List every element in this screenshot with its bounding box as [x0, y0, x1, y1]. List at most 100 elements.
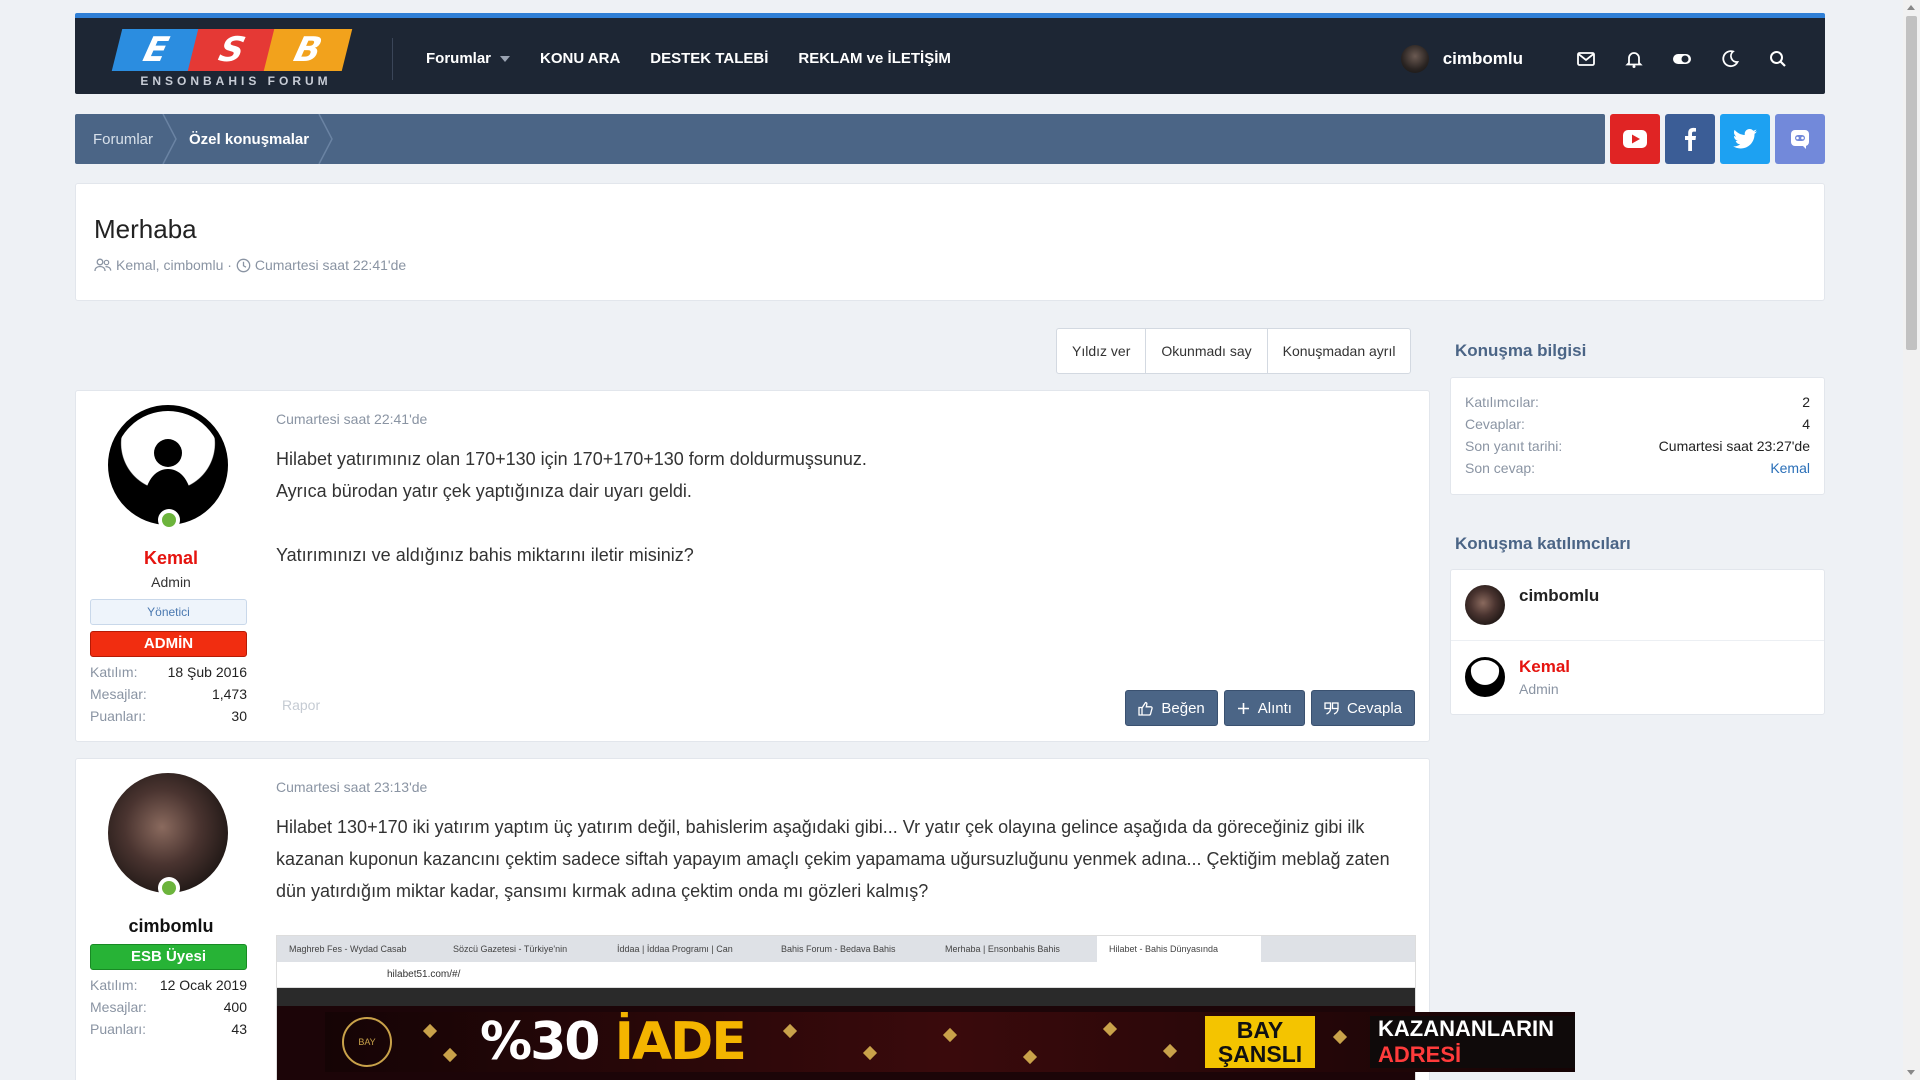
- online-status-icon: [158, 877, 180, 899]
- mark-unread-button[interactable]: Okunmadı say: [1146, 329, 1268, 373]
- moon-icon[interactable]: [1719, 48, 1741, 70]
- nav-forums-label: Forumlar: [426, 50, 492, 67]
- like-button[interactable]: Beğen: [1125, 690, 1218, 726]
- conversation-info-card: Katılımcılar: 2 Cevaplar: 4 Son yanıt tari…: [1450, 377, 1825, 495]
- breadcrumb-private-conversations[interactable]: Özel konuşmalar: [171, 114, 333, 164]
- info-row: Katılımcılar: 2: [1451, 391, 1824, 413]
- decor-diamond: [1162, 1043, 1178, 1059]
- participant-name[interactable]: Kemal: [1519, 657, 1570, 677]
- nav-support[interactable]: DESTEK TALEBİ: [650, 50, 768, 67]
- decor-diamond: [782, 1023, 798, 1039]
- participant-name[interactable]: cimbomlu: [1519, 586, 1599, 606]
- avatar[interactable]: [108, 773, 228, 893]
- mail-icon[interactable]: [1575, 48, 1597, 70]
- message-username[interactable]: Kemal: [76, 548, 266, 569]
- user-stat-joined: Katılım: 12 Ocak 2019: [90, 977, 247, 993]
- reply-button[interactable]: Cevapla: [1310, 690, 1415, 726]
- reply-label: Cevapla: [1346, 699, 1402, 717]
- user-stat-messages: Mesajlar: 400: [90, 999, 247, 1015]
- message-date[interactable]: Cumartesi saat 22:41'de: [276, 411, 427, 427]
- stat-value: 30: [231, 708, 247, 724]
- search-icon[interactable]: [1767, 48, 1789, 70]
- conversation-header: Merhaba Kemal, cimbomlu · Cumartesi saat…: [75, 183, 1825, 301]
- scrollbar-thumb[interactable]: [1906, 16, 1917, 350]
- last-reply-user-link[interactable]: Kemal: [1770, 457, 1810, 479]
- participant-item[interactable]: Kemal Admin: [1451, 641, 1824, 712]
- browser-tab: İddaa | İddaa Programı | Can: [617, 944, 733, 954]
- browser-content-bar: [277, 988, 1415, 1006]
- page-title: Merhaba: [94, 214, 197, 244]
- participant-title: Admin: [1519, 680, 1559, 697]
- quote-label: Alıntı: [1257, 699, 1292, 717]
- twitter-icon[interactable]: [1720, 114, 1770, 164]
- scroll-up-icon[interactable]: [1907, 5, 1915, 10]
- info-label: Cevaplar:: [1465, 416, 1525, 432]
- browser-tab: Maghreb Fes - Wydad Casab: [289, 944, 407, 954]
- avatar[interactable]: [108, 405, 228, 525]
- conversation-actions: Yıldız ver Okunmadı say Konuşmadan ayrıl: [1056, 328, 1412, 374]
- breadcrumb: Forumlar Özel konuşmalar: [75, 114, 1605, 164]
- avatar[interactable]: [1465, 585, 1505, 625]
- facebook-icon[interactable]: [1665, 114, 1715, 164]
- group-badge: Yönetici: [90, 599, 247, 625]
- info-label: Son cevap:: [1465, 460, 1536, 476]
- info-value: Cumartesi saat 23:27'de: [1658, 438, 1810, 454]
- header-user-area: cimbomlu: [1400, 18, 1789, 99]
- banner-slogan-bottom: ADRESİ: [1378, 1042, 1462, 1067]
- info-value: 2: [1802, 394, 1810, 410]
- browser-tab: Sözcü Gazetesi - Türkiye'nin: [453, 944, 568, 954]
- bell-icon[interactable]: [1623, 48, 1645, 70]
- site-logo[interactable]: E S B ENSONBAHIS FORUM: [111, 27, 353, 91]
- nav-search-topic[interactable]: KONU ARA: [540, 50, 620, 67]
- avatar[interactable]: [1465, 656, 1505, 697]
- participant-item[interactable]: cimbomlu: [1451, 570, 1824, 641]
- stat-label: Katılım:: [90, 977, 138, 993]
- message-username[interactable]: cimbomlu: [76, 916, 266, 937]
- breadcrumb-forums[interactable]: Forumlar: [75, 114, 177, 164]
- discord-icon[interactable]: [1775, 114, 1825, 164]
- banner-slogan: KAZANANLARIN ADRESİ: [1370, 1016, 1575, 1068]
- decor-diamond: [942, 1027, 958, 1043]
- nav-advertising[interactable]: REKLAM ve İLETİŞİM: [798, 50, 951, 67]
- message-actions: Beğen Alıntı Cevapla: [1125, 690, 1415, 726]
- participants-title: Konuşma katılımcıları: [1455, 534, 1631, 553]
- main-nav: Forumlar KONU ARA DESTEK TALEBİ REKLAM v…: [426, 18, 981, 99]
- quote-button[interactable]: Alıntı: [1223, 690, 1305, 726]
- user-stat-points: Puanları: 43: [90, 1021, 247, 1037]
- stat-label: Katılım:: [90, 664, 138, 680]
- browser-tab: Bahis Forum - Bedava Bahis: [781, 944, 896, 954]
- message-line: kazanan kuponun kazancını çektim sadece …: [276, 849, 1390, 869]
- toggle-icon[interactable]: [1671, 48, 1693, 70]
- report-link[interactable]: Rapor: [282, 697, 320, 713]
- thumbs-up-icon: [1138, 701, 1154, 716]
- breadcrumb-forums-label: Forumlar: [93, 130, 154, 148]
- role-badge: ESB Üyesi: [90, 944, 247, 970]
- stat-label: Mesajlar:: [90, 686, 147, 702]
- user-stat-messages: Mesajlar: 1,473: [90, 686, 247, 702]
- nav-forums[interactable]: Forumlar: [426, 50, 511, 67]
- message-text: Hilabet yatırımınız olan 170+130 için 17…: [276, 443, 867, 571]
- decor-diamond: [422, 1023, 438, 1039]
- conversation-participants[interactable]: Kemal, cimbomlu: [116, 257, 223, 273]
- info-row: Son cevap: Kemal: [1451, 457, 1824, 479]
- info-value: 4: [1802, 416, 1810, 432]
- message-kemal: Kemal Admin Yönetici ADMİN Katılım: 18 Şu…: [75, 390, 1430, 742]
- message-date[interactable]: Cumartesi saat 23:13'de: [276, 779, 427, 795]
- scroll-down-icon[interactable]: [1907, 1070, 1915, 1075]
- users-icon: [94, 258, 112, 272]
- logo-letter-s: S: [187, 29, 277, 71]
- header-avatar[interactable]: [1400, 44, 1429, 73]
- message-line: dün yatırdığım miktar kadar, şansımı kır…: [276, 881, 929, 901]
- banner-brand-top: BAY: [1236, 1017, 1284, 1043]
- leave-conversation-button[interactable]: Konuşmadan ayrıl: [1268, 329, 1411, 373]
- decor-diamond: [1022, 1049, 1038, 1065]
- advertisement-banner[interactable]: BAY ŞANSLI %30 İADE BAYŞANSLI KAZANANLAR…: [325, 1012, 1575, 1072]
- youtube-icon[interactable]: [1610, 114, 1660, 164]
- star-button[interactable]: Yıldız ver: [1057, 329, 1147, 373]
- participant-info: Kemal Admin: [1519, 657, 1570, 697]
- banner-percent: %30 İADE: [480, 1012, 747, 1072]
- logo-letter-e: E: [111, 29, 201, 71]
- page-scrollbar[interactable]: [1903, 0, 1920, 1080]
- chevron-down-icon[interactable]: [500, 55, 511, 62]
- header-username[interactable]: cimbomlu: [1443, 49, 1523, 69]
